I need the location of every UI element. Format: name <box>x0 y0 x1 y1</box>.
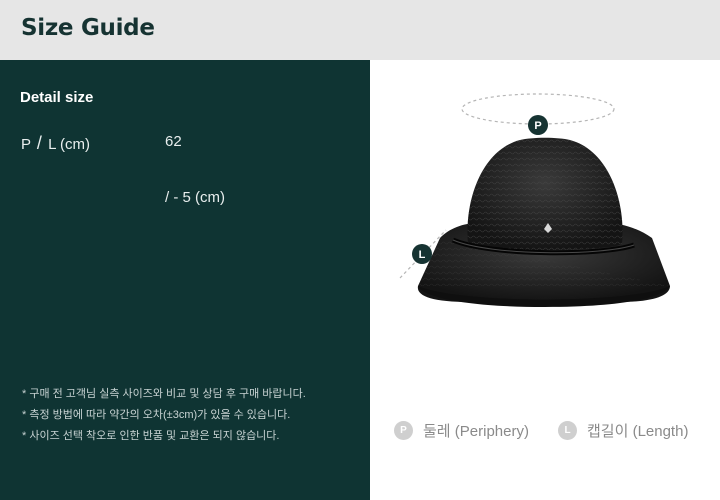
page-title: Size Guide <box>21 15 155 41</box>
detail-size-heading: Detail size <box>20 89 94 106</box>
size-detail-panel: Detail size P / L (cm) 62 / - 5 (cm) * 구… <box>0 60 370 500</box>
hat-image <box>417 137 670 307</box>
hat-diagram-panel: P L P 둘레 (Periphery) L 캡길이 (Length) <box>370 60 720 500</box>
size-value: 62 <box>165 133 182 150</box>
legend-length-text: 캡길이 (Length) <box>587 423 689 440</box>
periphery-marker-label: P <box>534 120 541 132</box>
length-marker-label: L <box>419 249 426 261</box>
legend-length: L 캡길이 (Length) <box>558 420 688 441</box>
legend-periphery-text: 둘레 (Periphery) <box>423 423 529 440</box>
size-label: P / L (cm) <box>21 133 90 154</box>
note-item: * 사이즈 선택 착오로 인한 반품 및 교환은 되지 않습니다. <box>22 430 280 442</box>
length-label: L (cm) <box>48 136 91 153</box>
size-notes: * 구매 전 고객님 실측 사이즈와 비교 및 상담 후 구매 바랍니다. * … <box>22 384 306 447</box>
legend-periphery: P 둘레 (Periphery) <box>394 420 529 441</box>
label-separator: / <box>36 133 42 153</box>
header-bar: Size Guide <box>0 0 720 60</box>
periphery-badge-icon: P <box>394 421 413 440</box>
length-badge-icon: L <box>558 421 577 440</box>
periphery-marker: P <box>528 115 548 135</box>
length-marker: L <box>412 244 432 264</box>
note-item: * 측정 방법에 따라 약간의 오차(±3cm)가 있을 수 있습니다. <box>22 409 291 421</box>
note-item: * 구매 전 고객님 실측 사이즈와 비교 및 상담 후 구매 바랍니다. <box>22 388 306 400</box>
periphery-label: P <box>21 136 31 153</box>
size-tolerance: / - 5 (cm) <box>165 189 225 206</box>
